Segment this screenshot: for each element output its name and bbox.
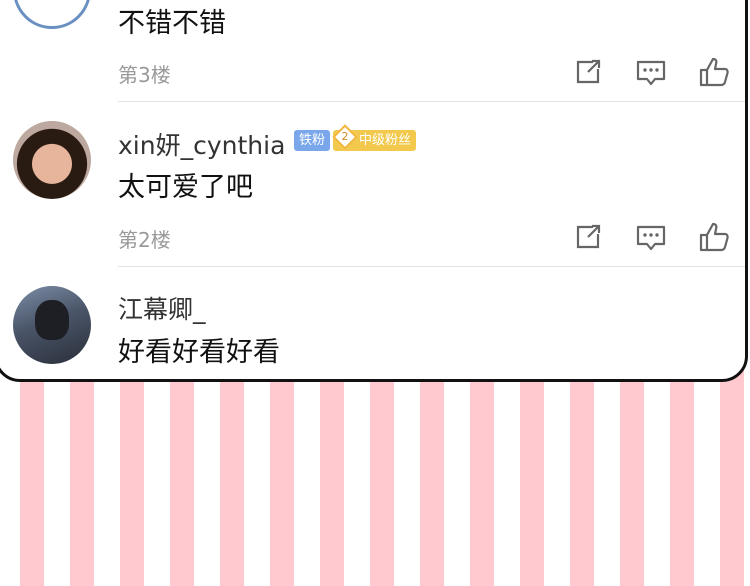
- share-icon[interactable]: [571, 55, 605, 89]
- reply-icon[interactable]: [634, 55, 668, 89]
- level-badge-label: 中级粉丝: [359, 133, 412, 148]
- username[interactable]: 江幕卿_: [118, 290, 206, 326]
- level-icon: 2: [332, 124, 358, 150]
- comment-text: 好看好看好看: [118, 337, 280, 368]
- comment-card: 问人 不错不错 第3楼 xin妍_cynthia 铁粉 2 中级粉丝 太可爱了吧…: [0, 0, 748, 382]
- floor-label: 第3楼: [118, 63, 171, 87]
- divider: [118, 101, 745, 102]
- like-icon[interactable]: [697, 220, 731, 254]
- reply-icon[interactable]: [634, 220, 668, 254]
- share-icon[interactable]: [571, 220, 605, 254]
- avatar[interactable]: 问人: [13, 0, 91, 29]
- comment-actions: [571, 220, 733, 254]
- comment-actions: [571, 55, 733, 89]
- avatar[interactable]: [13, 121, 91, 199]
- username[interactable]: xin妍_cynthia: [118, 126, 285, 162]
- level-badge: 2 中级粉丝: [332, 124, 417, 151]
- floor-label: 第2楼: [118, 228, 171, 252]
- fan-badge: 铁粉: [294, 130, 331, 151]
- comment-text: 不错不错: [118, 8, 226, 39]
- divider: [118, 266, 745, 267]
- comment-text: 太可爱了吧: [118, 172, 253, 203]
- avatar[interactable]: [13, 286, 91, 364]
- like-icon[interactable]: [697, 55, 731, 89]
